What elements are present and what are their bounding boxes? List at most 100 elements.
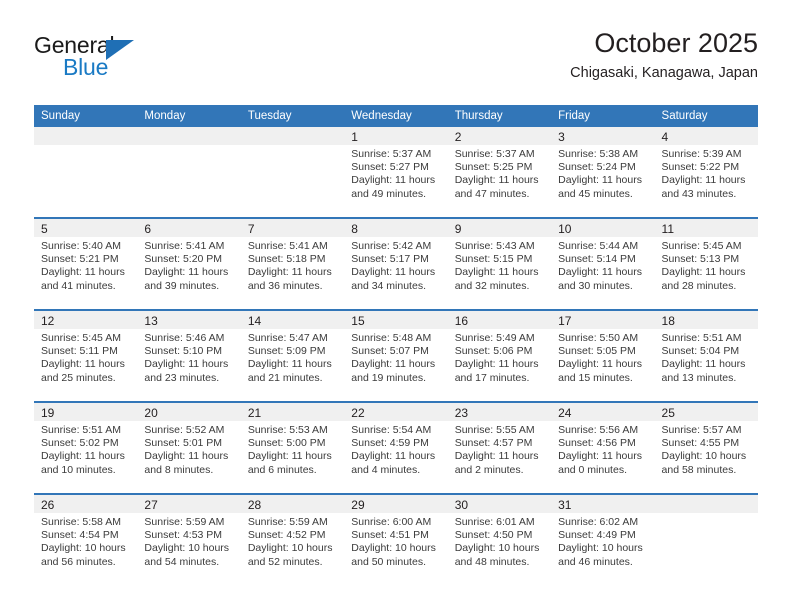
day-number: 14: [240, 311, 345, 329]
calendar-day-cell[interactable]: 27 Sunrise: 5:59 AM Sunset: 4:53 PM Dayligh…: [137, 493, 241, 585]
sunrise-time: Sunrise: 5:51 AM: [41, 424, 121, 436]
sunrise-time: Sunrise: 5:50 AM: [558, 332, 639, 344]
day-sun-info: Sunrise: 5:47 AM Sunset: 5:09 PM Daylight:…: [241, 329, 344, 385]
day-number: 17: [551, 311, 655, 329]
day-sun-info: Sunrise: 5:52 AM Sunset: 5:01 PM Daylight:…: [137, 421, 240, 477]
calendar-day-cell[interactable]: 4 Sunrise: 5:39 AM Sunset: 5:22 PM Daylight…: [654, 127, 758, 218]
day-sun-info: Sunrise: 5:57 AM Sunset: 4:55 PM Daylight:…: [655, 421, 758, 477]
day-sun-info: Sunrise: 5:53 AM Sunset: 5:00 PM Daylight:…: [241, 421, 344, 477]
day-number: 3: [551, 127, 655, 145]
calendar-day-cell[interactable]: 7 Sunrise: 5:41 AM Sunset: 5:18 PM Daylight…: [240, 217, 345, 310]
daylight-duration-line1: Daylight: 11 hours: [41, 266, 125, 279]
calendar-day-cell[interactable]: 25 Sunrise: 5:57 AM Sunset: 4:55 PM Dayligh…: [654, 401, 758, 494]
sunset-time: Sunset: 4:50 PM: [454, 529, 533, 542]
calendar-day-cell[interactable]: 12 Sunrise: 5:45 AM Sunset: 5:11 PM Dayligh…: [34, 309, 138, 402]
sunset-time: Sunset: 5:00 PM: [247, 437, 326, 450]
day-sun-info: Sunrise: 5:39 AM Sunset: 5:22 PM Daylight:…: [655, 145, 758, 201]
calendar-day-cell[interactable]: 31 Sunrise: 6:02 AM Sunset: 4:49 PM Dayligh…: [551, 493, 655, 585]
calendar-day-cell[interactable]: 26 Sunrise: 5:58 AM Sunset: 4:54 PM Dayligh…: [34, 493, 138, 585]
daylight-duration-line2: and 46 minutes.: [558, 555, 633, 568]
day-number: 22: [344, 403, 448, 421]
weekday-header-friday: Friday: [551, 105, 655, 127]
daylight-duration-line2: and 4 minutes.: [351, 463, 421, 476]
day-sun-info: Sunrise: 5:41 AM Sunset: 5:20 PM Daylight:…: [137, 237, 240, 293]
day-sun-info: Sunrise: 5:42 AM Sunset: 5:17 PM Daylight:…: [344, 237, 447, 293]
sunrise-time: Sunrise: 5:53 AM: [247, 424, 328, 436]
day-sun-info: Sunrise: 5:51 AM Sunset: 5:02 PM Daylight:…: [34, 421, 137, 477]
sunrise-time: Sunrise: 5:48 AM: [351, 332, 432, 344]
sunrise-time: Sunrise: 5:49 AM: [454, 332, 535, 344]
calendar-day-cell[interactable]: 15 Sunrise: 5:48 AM Sunset: 5:07 PM Dayligh…: [344, 309, 448, 402]
daylight-duration-line2: and 25 minutes.: [41, 371, 116, 384]
day-number: 11: [654, 219, 758, 237]
sunset-time: Sunset: 5:10 PM: [144, 345, 223, 358]
weekday-header-sunday: Sunday: [34, 105, 138, 127]
day-number: [137, 127, 241, 145]
weekday-header-thursday: Thursday: [447, 105, 552, 127]
calendar-day-cell[interactable]: 28 Sunrise: 5:59 AM Sunset: 4:52 PM Dayligh…: [240, 493, 345, 585]
calendar-day-cell[interactable]: 29 Sunrise: 6:00 AM Sunset: 4:51 PM Dayligh…: [344, 493, 448, 585]
calendar-body: 1 Sunrise: 5:37 AM Sunset: 5:27 PM Daylight…: [34, 127, 758, 585]
calendar-day-cell[interactable]: 17 Sunrise: 5:50 AM Sunset: 5:05 PM Dayligh…: [551, 309, 655, 402]
day-number: 20: [137, 403, 241, 421]
sunset-time: Sunset: 5:01 PM: [144, 437, 223, 450]
calendar-day-cell[interactable]: 5 Sunrise: 5:40 AM Sunset: 5:21 PM Daylight…: [34, 217, 138, 310]
sunrise-sunset-calendar: Sunday Monday Tuesday Wednesday Thursday Frid…: [34, 105, 758, 585]
calendar-day-cell[interactable]: 13 Sunrise: 5:46 AM Sunset: 5:10 PM Dayligh…: [137, 309, 241, 402]
weekday-header-tuesday: Tuesday: [240, 105, 345, 127]
day-sun-info: Sunrise: 5:37 AM Sunset: 5:25 PM Daylight:…: [448, 145, 551, 201]
calendar-day-cell-empty: [34, 127, 138, 218]
calendar-day-cell[interactable]: 18 Sunrise: 5:51 AM Sunset: 5:04 PM Dayligh…: [654, 309, 758, 402]
daylight-duration-line2: and 45 minutes.: [558, 187, 633, 200]
day-number: 19: [34, 403, 138, 421]
day-sun-info: Sunrise: 5:40 AM Sunset: 5:21 PM Daylight:…: [34, 237, 137, 293]
calendar-day-cell[interactable]: 2 Sunrise: 5:37 AM Sunset: 5:25 PM Daylight…: [447, 127, 552, 218]
daylight-duration-line2: and 32 minutes.: [454, 279, 530, 292]
daylight-duration-line1: Daylight: 10 hours: [661, 450, 747, 463]
calendar-day-cell[interactable]: 3 Sunrise: 5:38 AM Sunset: 5:24 PM Daylight…: [551, 127, 655, 218]
daylight-duration-line1: Daylight: 10 hours: [351, 542, 436, 555]
daylight-duration-line1: Daylight: 10 hours: [558, 542, 643, 555]
sunrise-time: Sunrise: 5:55 AM: [454, 424, 535, 436]
calendar-day-cell[interactable]: 10 Sunrise: 5:44 AM Sunset: 5:14 PM Dayligh…: [551, 217, 655, 310]
calendar-day-cell[interactable]: 6 Sunrise: 5:41 AM Sunset: 5:20 PM Daylight…: [137, 217, 241, 310]
sunset-time: Sunset: 5:13 PM: [661, 253, 740, 266]
sunrise-time: Sunrise: 5:47 AM: [247, 332, 328, 344]
calendar-day-cell[interactable]: 24 Sunrise: 5:56 AM Sunset: 4:56 PM Dayligh…: [551, 401, 655, 494]
daylight-duration-line2: and 36 minutes.: [247, 279, 323, 292]
daylight-duration-line1: Daylight: 11 hours: [247, 450, 332, 463]
day-sun-info: Sunrise: 5:51 AM Sunset: 5:04 PM Daylight:…: [655, 329, 758, 385]
calendar-day-cell-empty: [240, 127, 345, 218]
sunset-time: Sunset: 5:27 PM: [351, 161, 429, 174]
calendar-day-cell[interactable]: 14 Sunrise: 5:47 AM Sunset: 5:09 PM Dayligh…: [240, 309, 345, 402]
sunset-time: Sunset: 5:02 PM: [41, 437, 119, 450]
daylight-duration-line2: and 13 minutes.: [661, 371, 737, 384]
calendar-day-cell[interactable]: 9 Sunrise: 5:43 AM Sunset: 5:15 PM Daylight…: [447, 217, 552, 310]
day-sun-info: Sunrise: 5:59 AM Sunset: 4:53 PM Daylight:…: [137, 513, 240, 569]
calendar-day-cell[interactable]: 30 Sunrise: 6:01 AM Sunset: 4:50 PM Dayligh…: [447, 493, 552, 585]
weekday-header-monday: Monday: [137, 105, 241, 127]
sunset-time: Sunset: 4:49 PM: [558, 529, 636, 542]
day-number: 28: [240, 495, 345, 513]
daylight-duration-line1: Daylight: 10 hours: [454, 542, 540, 555]
calendar-day-cell[interactable]: 8 Sunrise: 5:42 AM Sunset: 5:17 PM Daylight…: [344, 217, 448, 310]
calendar-day-cell[interactable]: 23 Sunrise: 5:55 AM Sunset: 4:57 PM Dayligh…: [447, 401, 552, 494]
day-number: 29: [344, 495, 448, 513]
day-number: 18: [654, 311, 758, 329]
sunrise-time: Sunrise: 5:56 AM: [558, 424, 639, 436]
calendar-day-cell[interactable]: 21 Sunrise: 5:53 AM Sunset: 5:00 PM Dayligh…: [240, 401, 345, 494]
daylight-duration-line2: and 34 minutes.: [351, 279, 426, 292]
calendar-day-cell[interactable]: 16 Sunrise: 5:49 AM Sunset: 5:06 PM Dayligh…: [447, 309, 552, 402]
calendar-day-cell[interactable]: 1 Sunrise: 5:37 AM Sunset: 5:27 PM Daylight…: [344, 127, 448, 218]
sunrise-time: Sunrise: 5:39 AM: [661, 148, 742, 160]
calendar-day-cell[interactable]: 20 Sunrise: 5:52 AM Sunset: 5:01 PM Dayligh…: [137, 401, 241, 494]
weekday-header-saturday: Saturday: [654, 105, 758, 127]
calendar-day-cell[interactable]: 22 Sunrise: 5:54 AM Sunset: 4:59 PM Dayligh…: [344, 401, 448, 494]
daylight-duration-line2: and 54 minutes.: [144, 555, 220, 568]
daylight-duration-line2: and 47 minutes.: [454, 187, 530, 200]
calendar-day-cell[interactable]: 19 Sunrise: 5:51 AM Sunset: 5:02 PM Dayligh…: [34, 401, 138, 494]
day-number: 8: [344, 219, 448, 237]
weekday-names: Sunday Monday Tuesday Wednesday Thursday Frid…: [34, 105, 758, 127]
daylight-duration-line2: and 49 minutes.: [351, 187, 426, 200]
calendar-day-cell[interactable]: 11 Sunrise: 5:45 AM Sunset: 5:13 PM Dayligh…: [654, 217, 758, 310]
